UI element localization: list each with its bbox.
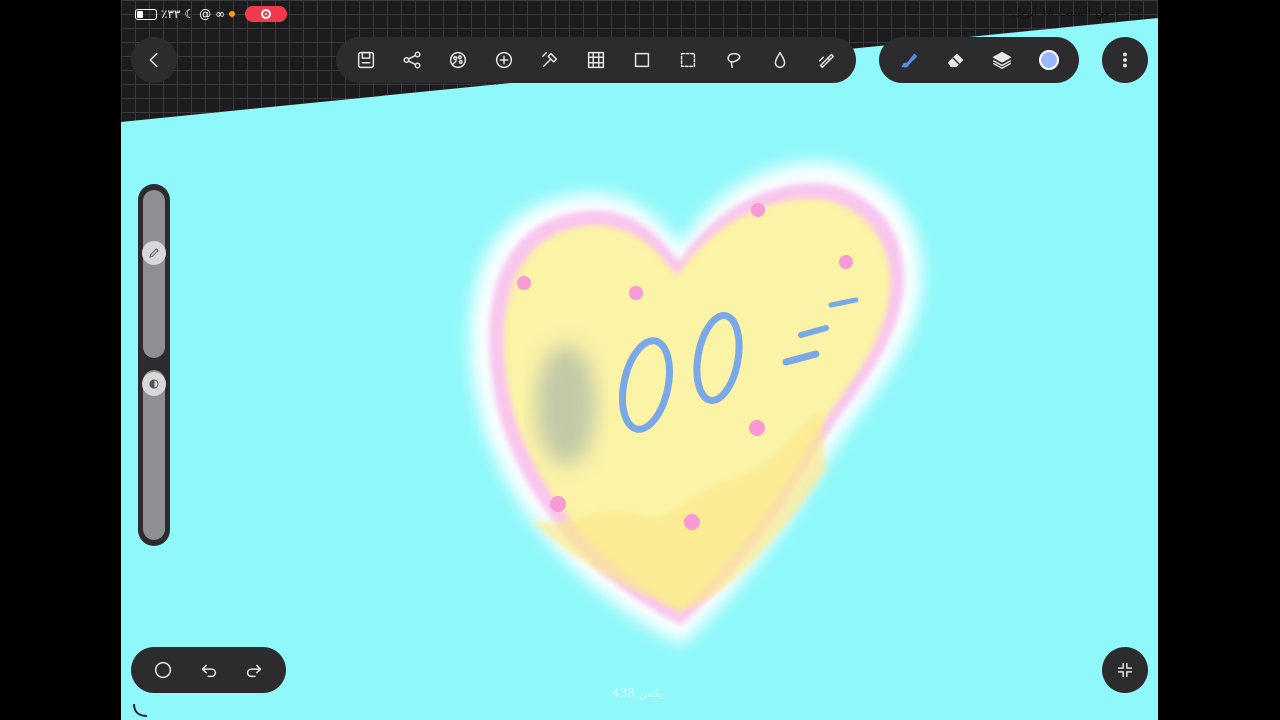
- battery-icon: [135, 8, 157, 20]
- undo-icon: [201, 664, 216, 678]
- flower: [629, 286, 643, 300]
- share-icon[interactable]: [394, 42, 430, 78]
- transform-icon[interactable]: [532, 42, 568, 78]
- more-options-button[interactable]: [1102, 37, 1148, 83]
- status-bar-left: ٪٣٣ ☾ @ ∞: [135, 5, 288, 23]
- canvas-icon[interactable]: [624, 42, 660, 78]
- moon-icon: ☾: [184, 7, 196, 21]
- drop-icon[interactable]: [762, 42, 798, 78]
- chevron-left-icon: [136, 42, 172, 78]
- smudge-mark: [536, 345, 596, 465]
- status-time-date: ١٠:٠٢ ص السبت ١٨ أبريل: [1011, 5, 1143, 19]
- collapse-icon: [1107, 652, 1143, 688]
- layers-icon[interactable]: [984, 42, 1020, 78]
- artwork-canvas[interactable]: [121, 0, 1158, 720]
- main-toolbar: [336, 37, 856, 83]
- eraser-icon[interactable]: [938, 42, 974, 78]
- mic-indicator-icon: [229, 11, 236, 17]
- exit-fullscreen-button[interactable]: [1102, 647, 1148, 693]
- color-swatch-icon[interactable]: [1031, 42, 1067, 78]
- save-icon[interactable]: [348, 42, 384, 78]
- opacity-knob[interactable]: [142, 372, 166, 396]
- link-icon: ∞: [215, 7, 226, 21]
- active-color-swatch: [1038, 50, 1059, 70]
- redo-button[interactable]: [236, 652, 272, 688]
- record-icon: [261, 9, 272, 19]
- more-vertical-icon: [1107, 42, 1143, 78]
- modify-button[interactable]: [145, 652, 181, 688]
- opacity-icon: [149, 379, 159, 389]
- brush-library-icon[interactable]: [808, 42, 844, 78]
- screen-recording-indicator[interactable]: [245, 6, 288, 22]
- flower: [751, 203, 765, 217]
- canvas-size-label: 438 بكس: [612, 686, 664, 700]
- grid-icon[interactable]: [578, 42, 614, 78]
- lasso-icon[interactable]: [716, 42, 752, 78]
- at-icon: @: [199, 7, 212, 21]
- flower: [550, 496, 566, 512]
- add-icon[interactable]: [486, 42, 522, 78]
- pencil-icon: [149, 248, 159, 258]
- redo-icon: [246, 664, 262, 678]
- flower: [684, 514, 700, 530]
- flower: [839, 255, 853, 269]
- adjustments-icon[interactable]: [440, 42, 476, 78]
- circle-icon: [154, 661, 172, 679]
- side-sliders-panel: [138, 184, 170, 546]
- battery-percentage: ٪٣٣: [161, 7, 181, 21]
- brush-size-knob[interactable]: [142, 241, 166, 265]
- brush-icon[interactable]: [891, 42, 927, 78]
- flower: [749, 420, 765, 436]
- selection-icon[interactable]: [670, 42, 706, 78]
- tools-toolbar: [879, 37, 1079, 83]
- flower: [517, 276, 531, 290]
- back-button[interactable]: [131, 37, 177, 83]
- brush-size-slider[interactable]: [143, 190, 165, 358]
- undo-redo-panel: [131, 647, 286, 693]
- undo-button[interactable]: [191, 652, 227, 688]
- corner-indicator-icon: [133, 703, 148, 717]
